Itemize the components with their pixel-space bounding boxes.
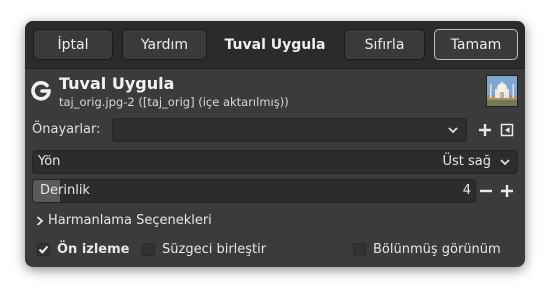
presets-label: Önayarlar: (32, 122, 101, 137)
presets-combo[interactable] (112, 118, 467, 142)
direction-combo[interactable]: Yön Üst sağ (32, 150, 518, 174)
depth-label: Derinlik (40, 183, 90, 198)
merge-filter-checkbox-box[interactable] (142, 242, 155, 256)
plus-icon (479, 124, 491, 136)
direction-label: Yön (38, 154, 61, 169)
ok-button[interactable]: Tamam (434, 29, 518, 60)
image-thumbnail (486, 75, 518, 107)
minus-icon (480, 189, 492, 193)
checkmark-icon (38, 245, 49, 254)
chevron-down-icon (500, 159, 510, 166)
merge-filter-checkbox[interactable]: Süzgeci birleştir (142, 240, 266, 258)
plus-icon (501, 185, 513, 197)
menu-left-icon (500, 123, 514, 137)
cancel-button[interactable]: İptal (33, 29, 113, 60)
chevron-right-icon (36, 215, 44, 226)
preview-checkbox[interactable]: Ön izleme (37, 240, 130, 258)
add-preset-button[interactable] (476, 121, 494, 139)
preset-menu-button[interactable] (498, 121, 516, 139)
depth-increase-button[interactable] (498, 182, 516, 200)
merge-filter-label: Süzgeci birleştir (162, 241, 267, 257)
plugin-title: Tuval Uygula (59, 74, 175, 93)
preview-label: Ön izleme (57, 241, 130, 257)
direction-value: Üst sağ (442, 154, 491, 169)
reset-button[interactable]: Sıfırla (344, 29, 425, 60)
blending-options-expander[interactable]: Harmanlama Seçenekleri (35, 213, 212, 228)
split-view-label: Bölünmüş görünüm (373, 241, 501, 257)
chevron-down-icon (448, 127, 458, 134)
dialog-title: Tuval Uygula (224, 36, 326, 53)
depth-value: 4 (462, 183, 471, 198)
depth-decrease-button[interactable] (477, 182, 495, 200)
blending-options-label: Harmanlama Seçenekleri (48, 213, 212, 228)
depth-spin-scale[interactable]: Derinlik 4 (32, 179, 476, 203)
split-view-checkbox-box[interactable] (353, 242, 366, 256)
gegl-icon (31, 81, 51, 101)
header-bar: İptal Yardım Tuval Uygula Sıfırla Tamam (25, 21, 525, 69)
split-view-checkbox[interactable]: Bölünmüş görünüm (353, 240, 501, 258)
image-name: taj_orig.jpg-2 ([taj_orig] (içe aktarılm… (59, 95, 289, 109)
help-button[interactable]: Yardım (122, 29, 207, 60)
preview-checkbox-box[interactable] (37, 242, 50, 256)
apply-canvas-dialog: İptal Yardım Tuval Uygula Sıfırla Tamam … (25, 21, 525, 267)
